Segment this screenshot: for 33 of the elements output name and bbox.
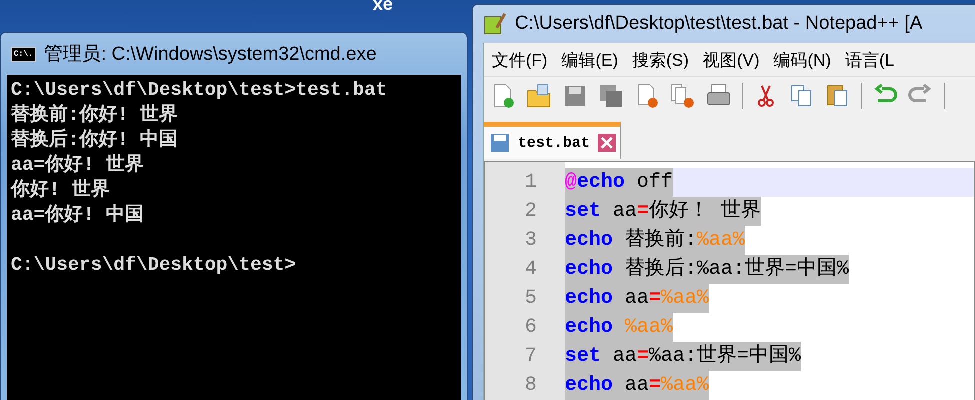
menu-item[interactable]: 编辑(E) (562, 49, 618, 72)
line-number: 4 (524, 257, 538, 283)
close-icon[interactable] (598, 134, 616, 152)
line-number: 1 (524, 170, 538, 196)
console-line: 你好! 世界 (11, 178, 111, 203)
window-title: C:\Users\df\Desktop\test\test.bat - Notepad++ [A (515, 13, 923, 35)
save-icon (490, 133, 510, 153)
save-all-icon[interactable] (598, 83, 624, 109)
line-number: 6 (524, 315, 538, 341)
menu-item[interactable]: 视图(V) (703, 49, 760, 72)
console-line: C:\Users\df\Desktop\test>test.bat (11, 78, 388, 103)
open-folder-icon[interactable] (526, 83, 552, 109)
console-prompt: C:\Users\df\Desktop\test> (11, 253, 298, 278)
line-number: 8 (524, 373, 538, 399)
window-title: xe (373, 0, 394, 15)
menu-item[interactable]: 语言(L (845, 49, 894, 72)
console-line: aa=你好! 世界 (11, 153, 146, 178)
menu-item[interactable]: 文件(F) (492, 49, 548, 72)
console-line: aa=你好! 中国 (11, 203, 146, 228)
line-number: 7 (524, 344, 538, 370)
line-number: 3 (524, 228, 538, 254)
console-line: 替换前:你好! 世界 (11, 103, 180, 128)
line-number: 2 (524, 199, 538, 225)
file-tab[interactable]: test.bat (484, 122, 622, 159)
console-icon: C:\. (11, 46, 36, 62)
close-all-files-icon[interactable] (670, 83, 696, 109)
menu-item[interactable]: 搜索(S) (632, 49, 690, 72)
window-title: 管理员: C:\Windows\system32\cmd.exe (44, 43, 377, 67)
console-line: 替换后:你好! 中国 (11, 128, 180, 153)
menu-item[interactable]: 编码(N) (774, 49, 832, 72)
save-icon[interactable] (562, 83, 588, 109)
line-number: 5 (524, 286, 538, 312)
notepad-icon (483, 12, 507, 36)
